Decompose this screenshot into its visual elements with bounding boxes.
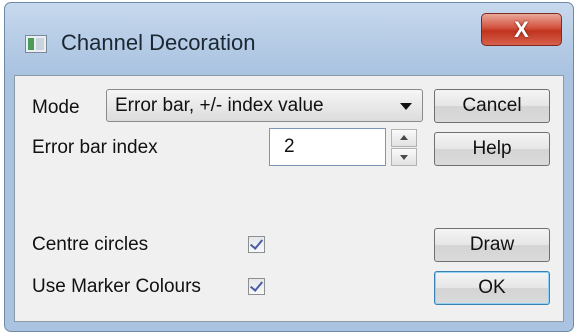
dialog-window: Channel Decoration X Mode Error bar, +/-… <box>4 2 574 332</box>
title-bar[interactable]: Channel Decoration X <box>5 3 573 75</box>
error-bar-index-label: Error bar index <box>32 137 158 158</box>
draw-button[interactable]: Draw <box>434 228 550 262</box>
mode-dropdown[interactable]: Error bar, +/- index value <box>106 89 423 122</box>
close-button[interactable]: X <box>481 13 562 46</box>
mode-label: Mode <box>32 97 80 118</box>
spin-down-icon <box>400 155 408 160</box>
help-button[interactable]: Help <box>434 132 550 166</box>
close-icon: X <box>514 16 529 42</box>
check-icon <box>249 278 264 292</box>
error-bar-index-input[interactable]: 2 <box>269 128 386 166</box>
use-marker-colours-checkbox[interactable] <box>248 278 265 295</box>
window-title: Channel Decoration <box>61 30 256 55</box>
spin-up-button[interactable] <box>391 129 417 147</box>
app-icon <box>25 35 47 53</box>
spin-down-button[interactable] <box>391 148 417 166</box>
dialog-body: Mode Error bar, +/- index value Error ba… <box>14 75 564 322</box>
chevron-down-icon <box>400 103 412 110</box>
spin-up-icon <box>400 135 408 140</box>
use-marker-colours-label: Use Marker Colours <box>32 276 201 297</box>
ok-button[interactable]: OK <box>434 271 550 305</box>
mode-value: Error bar, +/- index value <box>115 95 324 116</box>
centre-circles-checkbox[interactable] <box>248 236 265 253</box>
check-icon <box>249 236 264 250</box>
centre-circles-label: Centre circles <box>32 234 149 255</box>
error-bar-index-value: 2 <box>284 136 295 157</box>
cancel-button[interactable]: Cancel <box>434 89 550 123</box>
